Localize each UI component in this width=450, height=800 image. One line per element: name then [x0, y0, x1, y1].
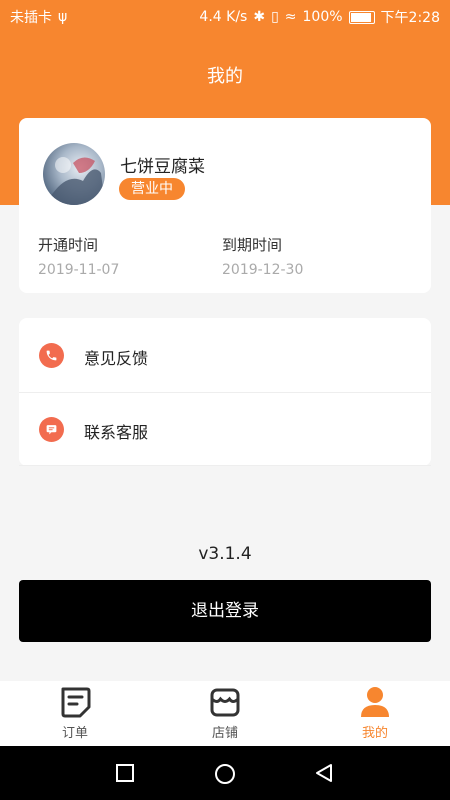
- menu-item-customer-service[interactable]: 联系客服: [19, 392, 431, 466]
- network-speed: 4.4 K/s: [199, 9, 248, 25]
- menu-card: 意见反馈 联系客服: [19, 318, 431, 466]
- tab-label: 订单: [61, 726, 88, 741]
- tab-label: 我的: [361, 726, 388, 741]
- battery-icon: [348, 10, 375, 24]
- system-navigation-bar: [0, 746, 450, 800]
- avatar-image: [43, 157, 105, 205]
- message-icon: [39, 417, 64, 442]
- tab-mine[interactable]: 我的: [300, 681, 450, 746]
- tab-orders[interactable]: 订单: [0, 681, 150, 746]
- bluetooth-icon: ✱: [253, 9, 266, 25]
- shop-name: 七饼豆腐菜: [120, 157, 205, 177]
- carrier-text: 未插卡: [10, 10, 52, 26]
- home-icon[interactable]: [214, 763, 236, 785]
- store-icon: [210, 688, 240, 717]
- battery-percent: 100%: [302, 9, 343, 25]
- expire-date-label: 到期时间: [222, 236, 283, 254]
- tab-label: 店铺: [211, 726, 238, 741]
- app-version: v3.1.4: [198, 544, 252, 564]
- open-date-value: 2019-11-07: [38, 262, 120, 278]
- user-icon: [361, 687, 389, 717]
- vibrate-icon: ▯: [271, 9, 279, 25]
- profile-card: 七饼豆腐菜 营业中 开通时间 2019-11-07 到期时间 2019-12-3…: [19, 118, 431, 293]
- order-icon: [61, 687, 91, 718]
- expire-date-value: 2019-12-30: [222, 262, 304, 278]
- logout-button[interactable]: 退出登录: [19, 580, 431, 642]
- usb-icon: ψ: [58, 9, 68, 25]
- page-title: 我的: [207, 66, 243, 87]
- wifi-icon: ≈: [284, 9, 297, 25]
- menu-item-label: 意见反馈: [84, 349, 149, 368]
- tab-bar: 订单 店铺 我的: [0, 681, 450, 746]
- tab-store[interactable]: 店铺: [150, 681, 300, 746]
- divider: [19, 465, 431, 466]
- menu-item-feedback[interactable]: 意见反馈: [19, 318, 431, 392]
- phone-icon: [39, 343, 64, 368]
- status-time: 下午2:28: [380, 10, 440, 26]
- menu-item-label: 联系客服: [84, 423, 149, 442]
- status-bar: 未插卡 ψ 4.4 K/s ✱ ▯ ≈ 100% 下午2:28: [0, 0, 450, 32]
- recent-apps-icon[interactable]: [115, 763, 135, 783]
- avatar[interactable]: [43, 143, 105, 205]
- back-icon[interactable]: [314, 763, 334, 783]
- status-badge: 营业中: [119, 178, 185, 200]
- open-date-label: 开通时间: [38, 236, 99, 254]
